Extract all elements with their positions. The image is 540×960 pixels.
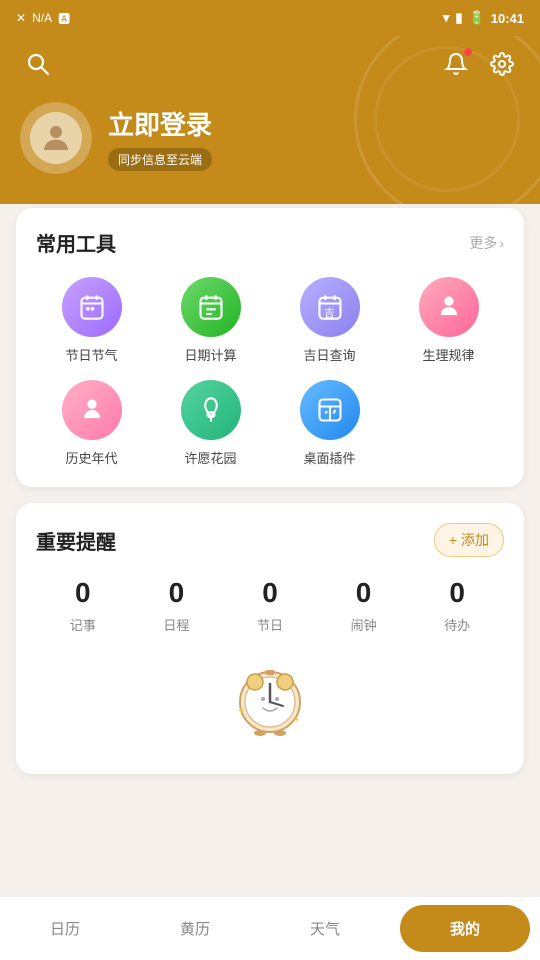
signal-icon: ▮ (455, 10, 462, 26)
bottom-nav: 日历 黄历 天气 我的 (0, 896, 540, 960)
stat-notes: 0 记事 (70, 577, 96, 634)
stat-todo: 0 待办 (444, 577, 470, 634)
tools-card: 常用工具 更多 › 节日节气 (16, 208, 524, 487)
stat-num-todo: 0 (449, 577, 465, 609)
empty-illustration: ✦ ✦ (36, 634, 504, 754)
add-reminder-button[interactable]: + 添加 (434, 523, 504, 557)
nav-lunar-label: 黄历 (180, 918, 210, 939)
notification-button[interactable] (438, 46, 474, 82)
tools-grid: 节日节气 日期计算 (36, 277, 504, 467)
chevron-right-icon: › (499, 235, 504, 251)
reminder-title: 重要提醒 (36, 526, 116, 555)
tool-label-lucky-day: 吉日查询 (303, 345, 355, 364)
login-title[interactable]: 立即登录 (108, 105, 212, 142)
tool-icon-wish-garden (181, 380, 241, 440)
battery-icon: 🔋 (469, 10, 485, 26)
stat-num-notes: 0 (75, 577, 91, 609)
status-icon-a: 🅰 (58, 10, 70, 27)
tool-icon-lucky-day: 吉 (300, 277, 360, 337)
header-toolbar (20, 46, 520, 82)
nav-mine-label: 我的 (450, 918, 480, 939)
tools-title: 常用工具 (36, 228, 116, 257)
tool-label-wish-garden: 许愿花园 (184, 448, 236, 467)
header: 立即登录 同步信息至云端 (0, 36, 540, 204)
empty-svg: ✦ ✦ (225, 654, 315, 744)
svg-text:✦: ✦ (237, 706, 245, 717)
tool-empty (393, 380, 504, 467)
stat-alarm: 0 闹钟 (351, 577, 377, 634)
stat-label-notes: 记事 (70, 615, 96, 634)
more-tools-label: 更多 (469, 233, 497, 253)
reminder-card: 重要提醒 + 添加 0 记事 0 日程 0 节日 0 闹钟 0 待办 (16, 503, 524, 774)
notification-badge (464, 48, 472, 56)
tool-icon-history (62, 380, 122, 440)
tool-label-history: 历史年代 (65, 448, 117, 467)
user-info: 立即登录 同步信息至云端 (20, 102, 520, 174)
tool-icon-desktop-widget (300, 380, 360, 440)
stat-num-alarm: 0 (356, 577, 372, 609)
status-icon-x: ✕ (16, 11, 26, 25)
nav-weather[interactable]: 天气 (260, 897, 390, 960)
stat-label-schedule: 日程 (163, 615, 189, 634)
stat-label-festival: 节日 (257, 615, 283, 634)
time-display: 10:41 (491, 11, 524, 26)
tool-wish-garden[interactable]: 许愿花园 (155, 380, 266, 467)
stat-label-alarm: 闹钟 (351, 615, 377, 634)
tool-festivals[interactable]: 节日节气 (36, 277, 147, 364)
tool-icon-physiology (419, 277, 479, 337)
avatar-inner (30, 112, 82, 164)
nav-lunar[interactable]: 黄历 (130, 897, 260, 960)
wifi-icon: ▾ (443, 10, 450, 26)
tool-label-festivals: 节日节气 (65, 345, 117, 364)
tool-date-calc[interactable]: 日期计算 (155, 277, 266, 364)
tool-label-date-calc: 日期计算 (184, 345, 236, 364)
more-tools-link[interactable]: 更多 › (469, 233, 504, 253)
reminder-stats: 0 记事 0 日程 0 节日 0 闹钟 0 待办 (36, 577, 504, 634)
stat-num-festival: 0 (262, 577, 278, 609)
search-button[interactable] (20, 46, 56, 82)
sync-badge: 同步信息至云端 (108, 148, 212, 171)
nav-mine[interactable]: 我的 (400, 905, 530, 952)
nav-calendar[interactable]: 日历 (0, 897, 130, 960)
svg-text:吉: 吉 (324, 307, 335, 319)
nav-calendar-label: 日历 (50, 918, 80, 939)
tool-label-desktop-widget: 桌面插件 (303, 448, 355, 467)
status-bar: ✕ N/A 🅰 ▾ ▮ 🔋 10:41 (0, 0, 540, 36)
tool-desktop-widget[interactable]: 桌面插件 (274, 380, 385, 467)
status-right: ▾ ▮ 🔋 10:41 (443, 10, 524, 26)
stat-schedule: 0 日程 (163, 577, 189, 634)
tool-label-physiology: 生理规律 (422, 345, 474, 364)
user-text: 立即登录 同步信息至云端 (108, 105, 212, 171)
nav-weather-label: 天气 (310, 918, 340, 939)
status-na: N/A (32, 11, 52, 25)
svg-text:✦: ✦ (293, 715, 300, 724)
stat-label-todo: 待办 (444, 615, 470, 634)
settings-button[interactable] (484, 46, 520, 82)
tool-lucky-day[interactable]: 吉 吉日查询 (274, 277, 385, 364)
tool-history[interactable]: 历史年代 (36, 380, 147, 467)
tool-icon-date-calc (181, 277, 241, 337)
stat-num-schedule: 0 (169, 577, 185, 609)
status-left: ✕ N/A 🅰 (16, 10, 70, 27)
avatar[interactable] (20, 102, 92, 174)
reminder-card-header: 重要提醒 + 添加 (36, 523, 504, 557)
tool-physiology[interactable]: 生理规律 (393, 277, 504, 364)
tools-card-header: 常用工具 更多 › (36, 228, 504, 257)
tool-icon-festivals (62, 277, 122, 337)
main-content: 常用工具 更多 › 节日节气 (0, 188, 540, 810)
header-right-icons (438, 46, 520, 82)
stat-festival: 0 节日 (257, 577, 283, 634)
